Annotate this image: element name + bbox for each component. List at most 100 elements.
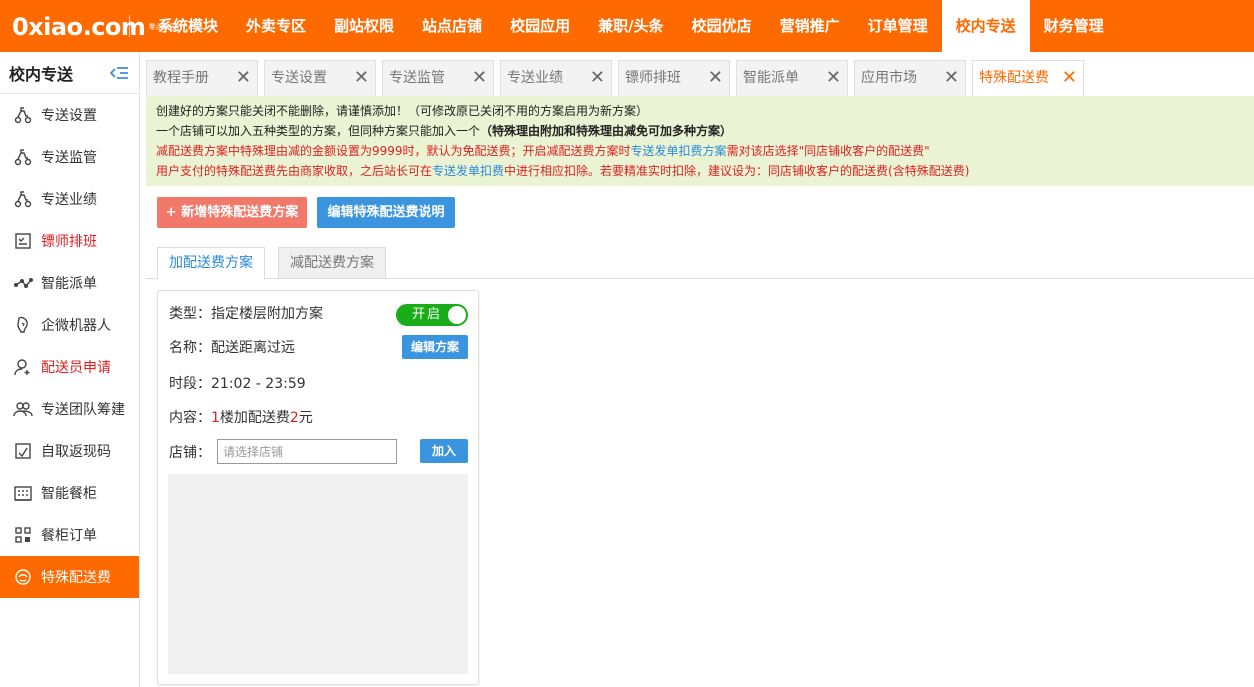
sidebar-item-8[interactable]: 自取返现码 [0, 430, 139, 472]
nav-item-2[interactable]: 副站权限 [320, 0, 408, 52]
special-fee-icon [12, 566, 34, 588]
team-icon [12, 398, 34, 420]
tab-6[interactable]: 应用市场 ✕ [854, 60, 966, 96]
sidebar-item-11[interactable]: 特殊配送费 [0, 556, 139, 598]
close-icon[interactable]: ✕ [472, 61, 487, 95]
sidebar-item-label: 智能派单 [41, 276, 97, 292]
nav-item-10[interactable]: 财务管理 [1030, 0, 1118, 52]
sidebar: 校内专送 专送设置专送监管专送业绩镖师排班智能派单企微机器人配送员申请专送团队筹… [0, 52, 140, 687]
scooter-icon [12, 146, 34, 168]
main-nav: 系统模块 外卖专区 副站权限 站点店铺 校园应用 兼职/头条 校园优店 营销推广 订单管理 校内专… [144, 0, 1118, 52]
close-icon[interactable]: ✕ [236, 61, 251, 95]
nav-item-6[interactable]: 校园优店 [678, 0, 766, 52]
sidebar-item-6[interactable]: 配送员申请 [0, 346, 139, 388]
sidebar-item-label: 镖师排班 [41, 234, 97, 250]
tab-label: 专送监管 [389, 70, 445, 86]
nav-item-4[interactable]: 校园应用 [496, 0, 584, 52]
sidebar-item-label: 专送监管 [41, 150, 97, 166]
close-icon[interactable]: ✕ [826, 61, 841, 95]
sidebar-item-label: 专送设置 [41, 108, 97, 124]
sidebar-item-label: 配送员申请 [41, 360, 111, 376]
plan-name-row: 名称：配送距离过远 [169, 340, 295, 356]
join-shop-button[interactable]: 加入 [420, 439, 468, 463]
plan-enable-toggle[interactable]: 开启 [396, 304, 468, 326]
plan-subtabs: 加配送费方案 减配送费方案 [146, 247, 1254, 280]
sidebar-item-label: 自取返现码 [41, 444, 111, 460]
nav-item-8[interactable]: 订单管理 [854, 0, 942, 52]
edit-plan-button[interactable]: 编辑方案 [402, 335, 468, 359]
grid-icon [12, 524, 34, 546]
close-icon[interactable]: ✕ [944, 61, 959, 95]
scooter-icon [12, 104, 34, 126]
sidebar-item-label: 特殊配送费 [41, 570, 111, 586]
nav-item-7[interactable]: 营销推广 [766, 0, 854, 52]
collapse-menu-icon[interactable] [109, 65, 129, 81]
plan-type-value: 指定楼层附加方案 [211, 306, 323, 322]
tab-label: 教程手册 [153, 70, 209, 86]
plan-time-row: 时段：21:02 - 23:59 [169, 376, 306, 392]
logo-text: 0xiao.com [12, 13, 146, 41]
schedule-icon [12, 230, 34, 252]
tab-7[interactable]: 特殊配送费 ✕ [972, 60, 1084, 96]
sidebar-item-3[interactable]: 镖师排班 [0, 220, 139, 262]
shop-list-area [168, 474, 468, 674]
close-icon[interactable]: ✕ [1062, 61, 1077, 95]
tab-2[interactable]: 专送监管 ✕ [382, 60, 494, 96]
plan-name-value: 配送距离过远 [211, 340, 295, 356]
sidebar-menu: 专送设置专送监管专送业绩镖师排班智能派单企微机器人配送员申请专送团队筹建 自取返现… [0, 94, 139, 598]
tab-label: 特殊配送费 [979, 70, 1049, 86]
tab-label: 专送业绩 [507, 70, 563, 86]
robot-icon [12, 314, 34, 336]
sidebar-item-label: 餐柜订单 [41, 528, 97, 544]
toggle-knob [448, 306, 466, 324]
close-icon[interactable]: ✕ [354, 61, 369, 95]
sidebar-item-label: 专送团队筹建 [41, 402, 125, 418]
close-icon[interactable]: ✕ [590, 61, 605, 95]
sidebar-item-0[interactable]: 专送设置 [0, 94, 139, 136]
notice-line-3: 减配送费方案中特殊理由减的金额设置为9999时，默认为免配送费；开启减配送费方案… [156, 144, 930, 158]
deduct-link[interactable]: 专送发单扣费 [432, 164, 504, 178]
sidebar-item-label: 智能餐柜 [41, 486, 97, 502]
scooter-icon [12, 188, 34, 210]
tab-add-fee-plan[interactable]: 加配送费方案 [157, 247, 265, 280]
nav-item-9[interactable]: 校内专送 [941, 0, 1030, 52]
page-tabs: 教程手册 ✕ 专送设置 ✕ 专送监管 ✕ 专送业绩 ✕ 镖师排班 ✕ 智能派单 ✕ 应用市场 ✕ 特殊配送费… [146, 60, 1090, 96]
close-icon[interactable]: ✕ [708, 61, 723, 95]
tab-3[interactable]: 专送业绩 ✕ [500, 60, 612, 96]
shop-select-input[interactable] [217, 439, 397, 464]
sidebar-header: 校内专送 [0, 52, 139, 94]
tab-label: 镖师排班 [625, 70, 681, 86]
sidebar-item-1[interactable]: 专送监管 [0, 136, 139, 178]
tab-4[interactable]: 镖师排班 ✕ [618, 60, 730, 96]
plan-shop-label: 店铺： [169, 445, 211, 461]
nav-item-5[interactable]: 兼职/头条 [584, 0, 677, 52]
deduct-plan-link[interactable]: 专送发单扣费方案 [631, 144, 727, 158]
notice-line-4: 用户支付的特殊配送费先由商家收取，之后站长可在专送发单扣费中进行相应扣除。若要精… [156, 164, 970, 178]
sidebar-item-4[interactable]: 智能派单 [0, 262, 139, 304]
tab-label: 应用市场 [861, 70, 917, 86]
qrcode-icon [12, 440, 34, 462]
tab-0[interactable]: 教程手册 ✕ [146, 60, 258, 96]
tab-label: 智能派单 [743, 70, 799, 86]
plan-content-row: 内容：1楼加配送费2元 [169, 410, 313, 426]
plan-type-row: 类型：指定楼层附加方案 [169, 306, 323, 322]
nav-item-0[interactable]: 系统模块 [144, 0, 232, 52]
add-special-fee-plan-button[interactable]: + 新增特殊配送费方案 [157, 197, 307, 228]
network-icon [12, 272, 34, 294]
tab-reduce-fee-plan[interactable]: 减配送费方案 [278, 247, 386, 279]
tab-1[interactable]: 专送设置 ✕ [264, 60, 376, 96]
building-icon [12, 482, 34, 504]
sidebar-item-5[interactable]: 企微机器人 [0, 304, 139, 346]
sidebar-item-9[interactable]: 智能餐柜 [0, 472, 139, 514]
plan-time-value: 21:02 - 23:59 [211, 376, 306, 392]
edit-special-fee-desc-button[interactable]: 编辑特殊配送费说明 [317, 197, 455, 228]
logo-divider [129, 15, 130, 37]
sidebar-item-10[interactable]: 餐柜订单 [0, 514, 139, 556]
sidebar-item-7[interactable]: 专送团队筹建 [0, 388, 139, 430]
tab-5[interactable]: 智能派单 ✕ [736, 60, 848, 96]
nav-item-1[interactable]: 外卖专区 [232, 0, 320, 52]
top-navbar: 0xiao.com 零点校园 系统模块 外卖专区 副站权限 站点店铺 校园应用 兼职/头条… [0, 0, 1254, 52]
sidebar-item-2[interactable]: 专送业绩 [0, 178, 139, 220]
plan-card: 类型：指定楼层附加方案 开启 名称：配送距离过远 编辑方案 时段：21:02 -… [157, 290, 479, 685]
nav-item-3[interactable]: 站点店铺 [408, 0, 496, 52]
